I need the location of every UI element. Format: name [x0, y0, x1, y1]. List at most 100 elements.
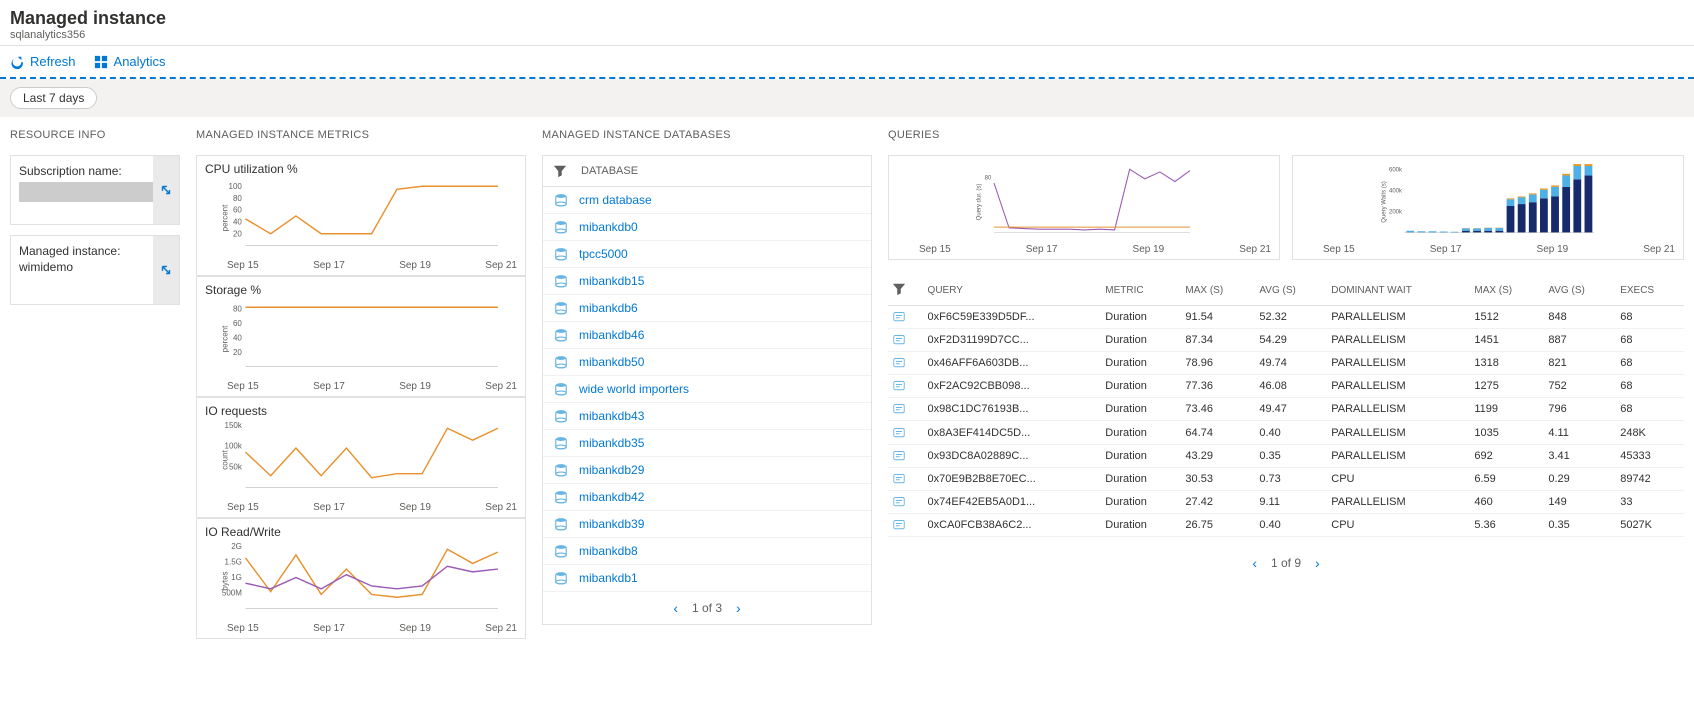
query-cell: 91.54 — [1181, 306, 1255, 329]
query-cell: 68 — [1616, 352, 1684, 375]
query-col-header[interactable]: QUERY — [924, 276, 1102, 306]
database-row[interactable]: mibankdb29 — [543, 457, 871, 484]
database-name: mibankdb1 — [579, 571, 638, 585]
databases-header: DATABASE — [543, 156, 871, 187]
svg-text:100: 100 — [229, 182, 243, 191]
database-row[interactable]: mibankdb1 — [543, 565, 871, 592]
query-col-header[interactable]: EXECS — [1616, 276, 1684, 306]
query-row[interactable]: 0xCA0FCB38A6C2...Duration26.750.40CPU5.3… — [888, 513, 1684, 536]
query-cell: 796 — [1544, 398, 1616, 421]
query-cell: 0.40 — [1255, 421, 1327, 444]
database-name: mibankdb8 — [579, 544, 638, 558]
open-managed-button[interactable] — [153, 236, 179, 304]
query-cell: 0x70E9B2B8E70EC... — [924, 467, 1102, 490]
subscription-card[interactable]: Subscription name: — [10, 155, 180, 225]
query-col-header[interactable]: AVG (S) — [1255, 276, 1327, 306]
database-name: mibankdb39 — [579, 517, 644, 531]
query-row[interactable]: 0xF2D31199D7CC...Duration87.3454.29PARAL… — [888, 329, 1684, 352]
query-cell: 68 — [1616, 329, 1684, 352]
query-cell: Duration — [1101, 421, 1181, 444]
query-col-header[interactable]: METRIC — [1101, 276, 1181, 306]
query-cell: 89742 — [1616, 467, 1684, 490]
database-icon — [553, 409, 569, 423]
refresh-icon — [10, 55, 24, 69]
database-name: mibankdb29 — [579, 463, 644, 477]
svg-text:2G: 2G — [231, 542, 242, 551]
open-external-icon — [159, 263, 173, 277]
managed-instance-value: wimidemo — [19, 260, 171, 274]
query-row[interactable]: 0x93DC8A02889C...Duration43.290.35PARALL… — [888, 444, 1684, 467]
database-icon — [553, 247, 569, 261]
query-cell: 1199 — [1470, 398, 1544, 421]
svg-text:80: 80 — [233, 194, 242, 203]
chart-storage[interactable]: Storage %20406080100percentSep 15Sep 17S… — [196, 276, 526, 397]
refresh-button[interactable]: Refresh — [10, 54, 76, 69]
analytics-button[interactable]: Analytics — [94, 54, 166, 69]
query-col-header[interactable]: AVG (S) — [1544, 276, 1616, 306]
query-col-header[interactable]: MAX (S) — [1181, 276, 1255, 306]
section-metrics: MANAGED INSTANCE METRICS — [196, 129, 526, 141]
database-name: mibankdb6 — [579, 301, 638, 315]
query-cell: 5027K — [1616, 513, 1684, 536]
query-col-header[interactable]: DOMINANT WAIT — [1327, 276, 1470, 306]
query-cell: 64.74 — [1181, 421, 1255, 444]
filter-icon[interactable] — [892, 282, 906, 296]
open-subscription-button[interactable] — [153, 156, 179, 224]
query-cell: 4.11 — [1544, 421, 1616, 444]
database-row[interactable]: crm database — [543, 187, 871, 214]
database-name: mibankdb35 — [579, 436, 644, 450]
chart-title-iorw: IO Read/Write — [205, 525, 517, 539]
q-next-page[interactable]: › — [1315, 555, 1320, 571]
query-cell: CPU — [1327, 513, 1470, 536]
database-row[interactable]: mibankdb0 — [543, 214, 871, 241]
chart-cpu[interactable]: CPU utilization %20406080100percentSep 1… — [196, 155, 526, 276]
database-row[interactable]: wide world importers — [543, 376, 871, 403]
query-cell: 46.08 — [1255, 375, 1327, 398]
database-row[interactable]: mibankdb6 — [543, 295, 871, 322]
database-icon — [553, 301, 569, 315]
query-row[interactable]: 0x74EF42EB5A0D1...Duration27.429.11PARAL… — [888, 490, 1684, 513]
database-row[interactable]: mibankdb50 — [543, 349, 871, 376]
chart-title-io: IO requests — [205, 404, 517, 418]
chart-query-duration[interactable]: 80Query dur. (s)Sep 15Sep 17Sep 19Sep 21 — [888, 155, 1280, 260]
svg-text:1G: 1G — [231, 573, 242, 582]
database-row[interactable]: mibankdb35 — [543, 430, 871, 457]
database-row[interactable]: mibankdb8 — [543, 538, 871, 565]
query-row[interactable]: 0x70E9B2B8E70EC...Duration30.530.73CPU6.… — [888, 467, 1684, 490]
database-row[interactable]: mibankdb42 — [543, 484, 871, 511]
q-prev-page[interactable]: ‹ — [1252, 555, 1257, 571]
database-row[interactable]: mibankdb46 — [543, 322, 871, 349]
svg-text:60: 60 — [233, 206, 242, 215]
query-cell: PARALLELISM — [1327, 352, 1470, 375]
filter-icon[interactable] — [553, 164, 567, 178]
query-col-header[interactable]: MAX (S) — [1470, 276, 1544, 306]
query-cell: Duration — [1101, 467, 1181, 490]
query-cell: 0.29 — [1544, 467, 1616, 490]
databases-pager: ‹ 1 of 3 › — [543, 592, 871, 624]
svg-text:Query Waits (s): Query Waits (s) — [1381, 181, 1387, 222]
query-row[interactable]: 0x98C1DC76193B...Duration73.4649.47PARAL… — [888, 398, 1684, 421]
query-row[interactable]: 0x8A3EF414DC5D...Duration64.740.40PARALL… — [888, 421, 1684, 444]
database-row[interactable]: mibankdb43 — [543, 403, 871, 430]
chart-query-waits[interactable]: 200k400k600kQuery Waits (s)Sep 15Sep 17S… — [1292, 155, 1684, 260]
database-name: mibankdb15 — [579, 274, 644, 288]
svg-text:percent: percent — [221, 325, 230, 352]
managed-instance-card[interactable]: Managed instance: wimidemo — [10, 235, 180, 305]
database-row[interactable]: mibankdb15 — [543, 268, 871, 295]
chart-iorw[interactable]: IO Read/Write500M1G1.5G2GbytesSep 15Sep … — [196, 518, 526, 639]
database-name: tpcc5000 — [579, 247, 628, 261]
database-row[interactable]: mibankdb39 — [543, 511, 871, 538]
query-cell: 78.96 — [1181, 352, 1255, 375]
database-name: mibankdb0 — [579, 220, 638, 234]
chart-io[interactable]: IO requests50k100k150kcountSep 15Sep 17S… — [196, 397, 526, 518]
db-next-page[interactable]: › — [736, 600, 741, 616]
query-row[interactable]: 0x46AFF6A603DB...Duration78.9649.74PARAL… — [888, 352, 1684, 375]
db-prev-page[interactable]: ‹ — [673, 600, 678, 616]
database-row[interactable]: tpcc5000 — [543, 241, 871, 268]
database-icon — [553, 571, 569, 585]
svg-text:20: 20 — [233, 229, 242, 238]
query-row[interactable]: 0xF2AC92CBB098...Duration77.3646.08PARAL… — [888, 375, 1684, 398]
query-row[interactable]: 0xF6C59E339D5DF...Duration91.5452.32PARA… — [888, 306, 1684, 329]
time-range-pill[interactable]: Last 7 days — [10, 87, 97, 109]
database-name: mibankdb42 — [579, 490, 644, 504]
